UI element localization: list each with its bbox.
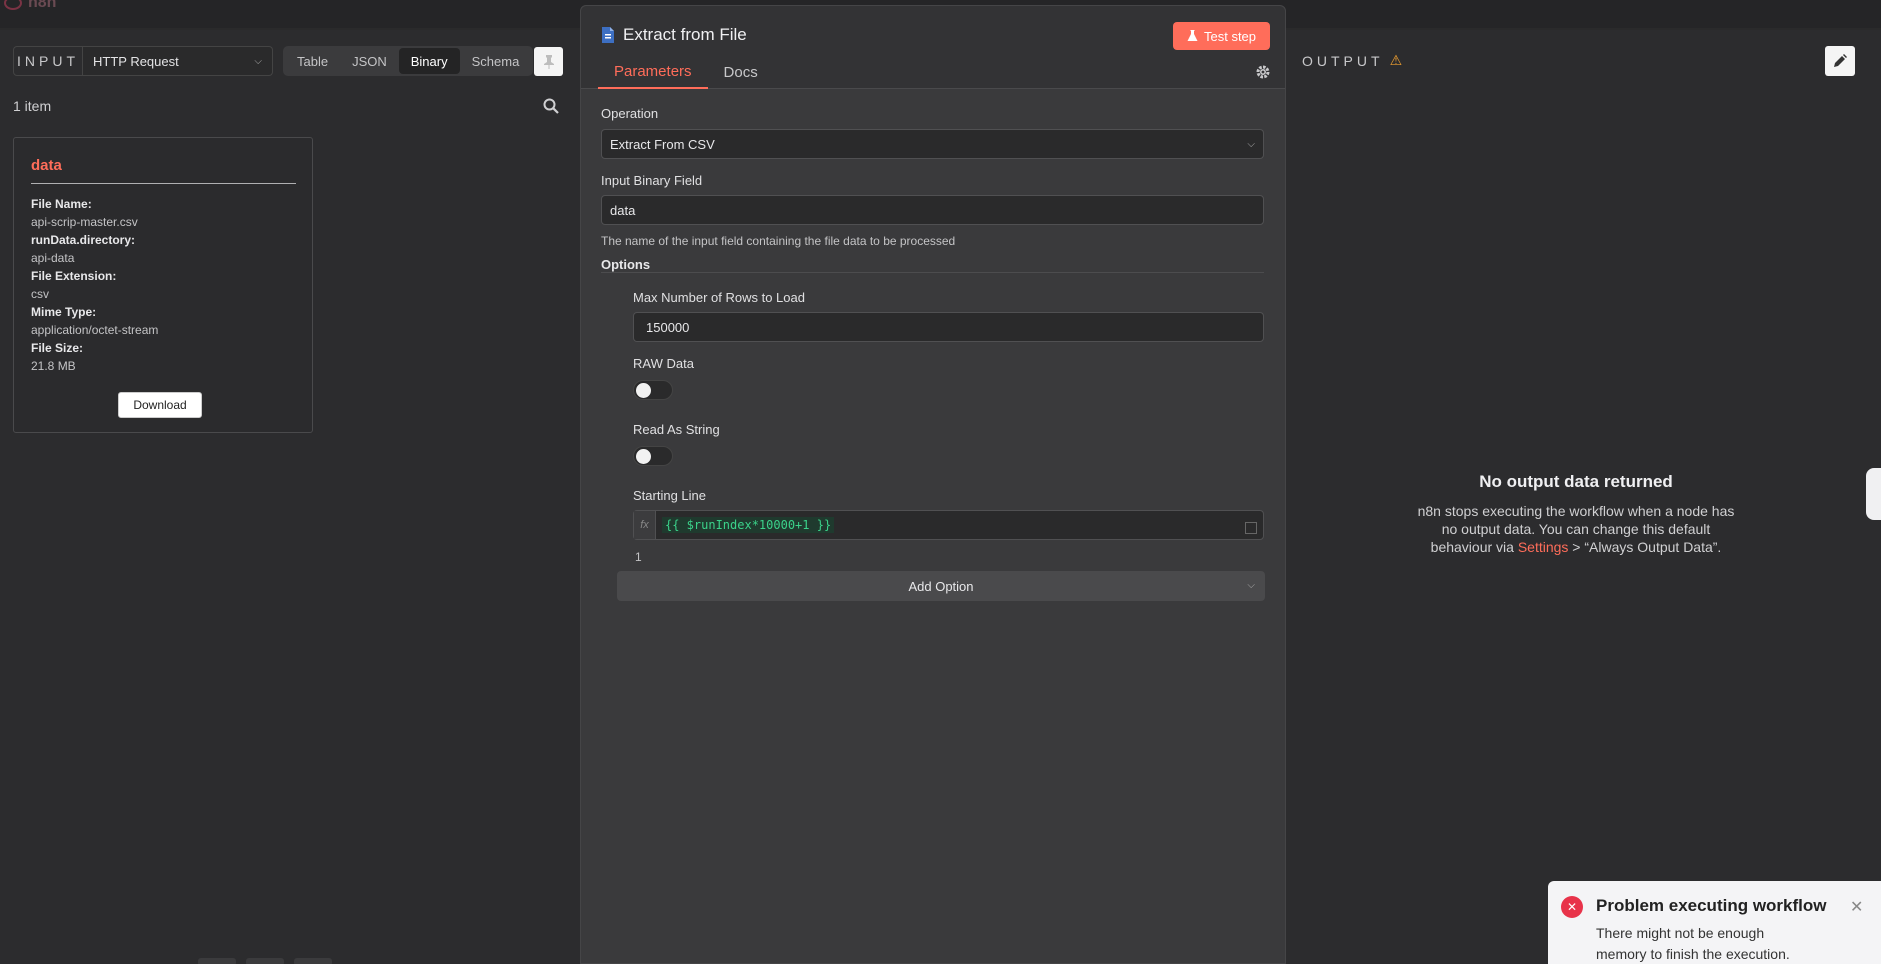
- close-icon[interactable]: ✕: [1850, 897, 1863, 917]
- card-divider: [31, 183, 296, 184]
- binary-field-label: Input Binary Field: [601, 173, 703, 188]
- options-title: Options: [601, 257, 651, 272]
- view-tabs: Table JSON Binary Schema: [283, 46, 534, 76]
- error-icon: ✕: [1561, 896, 1583, 918]
- download-button[interactable]: Download: [118, 392, 202, 418]
- output-panel: OUTPUT ⚠ No output data returned n8n sto…: [1286, 30, 1881, 964]
- search-icon[interactable]: [543, 98, 559, 114]
- canvas-control[interactable]: [294, 958, 332, 964]
- expression-value: {{ $runIndex*10000+1 }}: [662, 517, 835, 533]
- node-tabs: Parameters Docs: [598, 56, 774, 89]
- meta-key: File Size:: [31, 341, 84, 355]
- meta-key: runData.directory:: [31, 233, 136, 247]
- input-panel: INPUT HTTP Request ⌵ Table JSON Binary S…: [0, 30, 580, 964]
- n8n-logo[interactable]: n8n: [4, 0, 56, 12]
- test-step-button[interactable]: Test step: [1173, 22, 1270, 50]
- binary-field-input[interactable]: data: [601, 195, 1264, 225]
- chevron-down-icon: ⌵: [1247, 580, 1255, 591]
- starting-line-label: Starting Line: [633, 488, 706, 503]
- toast-title: Problem executing workflow: [1596, 896, 1827, 915]
- item-count: 1 item: [13, 98, 52, 114]
- node-header: Extract from File Test step Parameters D…: [581, 6, 1285, 89]
- operation-value: Extract From CSV: [610, 136, 715, 152]
- expression-result: 1: [635, 550, 642, 564]
- meta-key: File Name:: [31, 197, 92, 211]
- add-option-button[interactable]: Add Option ⌵: [617, 571, 1265, 601]
- warning-icon: ⚠: [1389, 52, 1403, 68]
- canvas-control[interactable]: [246, 958, 284, 964]
- node-title[interactable]: Extract from File: [623, 25, 747, 45]
- binary-data-card: data File Name: api-scrip-master.csv run…: [13, 137, 313, 433]
- toast-message: There might not be enough memory to fini…: [1596, 925, 1790, 962]
- output-label: OUTPUT: [1302, 52, 1384, 69]
- meta-key: File Extension:: [31, 269, 117, 283]
- canvas-controls: [198, 958, 332, 964]
- tab-table[interactable]: Table: [285, 48, 340, 74]
- meta-key: Mime Type:: [31, 305, 97, 319]
- no-output-description: n8n stops executing the workflow when a …: [1411, 502, 1741, 556]
- gear-icon[interactable]: [1255, 64, 1271, 80]
- file-extract-icon: [602, 27, 614, 43]
- settings-link[interactable]: Settings: [1518, 539, 1569, 555]
- max-rows-input[interactable]: 150000: [633, 312, 1264, 342]
- read-as-string-toggle[interactable]: [633, 446, 673, 466]
- input-node-select[interactable]: HTTP Request ⌵: [83, 46, 273, 76]
- starting-line-expression[interactable]: fx {{ $runIndex*10000+1 }}: [633, 510, 1264, 540]
- n8n-logo-icon: [4, 0, 22, 10]
- operation-select[interactable]: Extract From CSV ⌵: [601, 129, 1264, 159]
- side-panel-handle[interactable]: [1866, 468, 1881, 520]
- error-toast: ✕ Problem executing workflow ✕ There mig…: [1548, 881, 1881, 964]
- test-step-label: Test step: [1203, 28, 1257, 44]
- fx-icon: fx: [634, 511, 656, 539]
- meta-value: application/octet-stream: [31, 323, 159, 337]
- edit-output-button[interactable]: [1825, 46, 1855, 76]
- canvas-control[interactable]: [198, 958, 236, 964]
- input-node-value: HTTP Request: [93, 53, 179, 69]
- chevron-down-icon: ⌵: [1247, 138, 1255, 150]
- binary-metadata: File Name: api-scrip-master.csv runData.…: [31, 195, 158, 375]
- flask-icon: [1187, 30, 1198, 41]
- chevron-down-icon: ⌵: [254, 55, 262, 67]
- pin-icon: [543, 54, 554, 69]
- tab-json[interactable]: JSON: [340, 48, 399, 74]
- tab-schema[interactable]: Schema: [460, 48, 532, 74]
- options-divider: [601, 272, 1264, 273]
- read-as-string-label: Read As String: [633, 422, 720, 437]
- tab-binary[interactable]: Binary: [398, 48, 460, 74]
- node-parameters-panel: Extract from File Test step Parameters D…: [580, 5, 1286, 964]
- meta-value: api-data: [31, 251, 75, 265]
- output-header: OUTPUT ⚠: [1302, 52, 1402, 69]
- raw-data-label: RAW Data: [633, 356, 694, 371]
- meta-value: csv: [31, 287, 49, 301]
- binary-card-title: data: [31, 157, 62, 174]
- pin-data-button[interactable]: [534, 47, 563, 76]
- expand-icon[interactable]: [1245, 522, 1257, 534]
- pencil-icon: [1834, 54, 1847, 67]
- no-output-text-end: > “Always Output Data”.: [1568, 539, 1722, 555]
- meta-value: 21.8 MB: [31, 359, 76, 373]
- binary-field-hint: The name of the input field containing t…: [601, 234, 956, 248]
- tab-parameters[interactable]: Parameters: [598, 56, 708, 89]
- max-rows-label: Max Number of Rows to Load: [633, 290, 805, 305]
- input-label: INPUT: [13, 46, 83, 76]
- input-header: INPUT HTTP Request ⌵: [13, 46, 273, 76]
- raw-data-toggle[interactable]: [633, 380, 673, 400]
- meta-value: api-scrip-master.csv: [31, 215, 138, 229]
- tab-docs[interactable]: Docs: [708, 56, 774, 89]
- operation-label: Operation: [601, 106, 659, 121]
- add-option-label: Add Option: [908, 578, 974, 594]
- no-output-title: No output data returned: [1479, 472, 1673, 491]
